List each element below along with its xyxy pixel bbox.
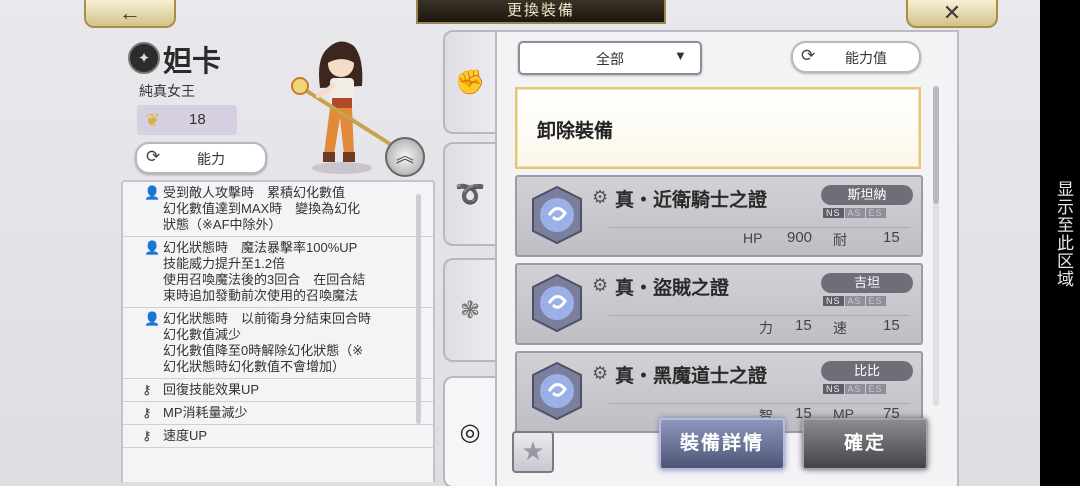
close-icon: ✕ xyxy=(942,0,962,25)
item-name: 真・盜賊之證 xyxy=(615,277,730,299)
close-button[interactable]: ✕ xyxy=(906,0,998,28)
skill-list: 👤 受到敵人攻擊時 累積幻化數值 幻化數值達到MAX時 變換為幻化 狀態（※AF… xyxy=(121,180,435,482)
equipment-item[interactable]: ⚙ 真・近衛騎士之證 斯坦納 NS AS ES HP 900 耐 15 xyxy=(515,175,923,257)
skill-text: 受到敵人攻擊時 累積幻化數值 幻化數值達到MAX時 變換為幻化 狀態（※AF中除… xyxy=(163,185,361,232)
tag-as: AS xyxy=(844,296,865,306)
equipment-item[interactable]: ⚙ 真・盜賊之證 吉坦 NS AS ES 力 15 速 15 xyxy=(515,263,923,345)
gear-icon: ⚙ xyxy=(592,275,609,295)
skill-text: 回復技能效果UP xyxy=(163,382,260,397)
wing-icon: ❦ xyxy=(145,110,161,130)
tag-row: NS AS ES xyxy=(823,384,887,394)
chevron-down-icon: ▼ xyxy=(674,48,687,63)
skill-item: 👤 幻化狀態時 以前衛身分結束回合時 幻化數值減少 幻化數值降至0時解除幻化狀態… xyxy=(123,308,433,379)
owner-badge: 斯坦納 xyxy=(821,185,913,205)
tag-row: NS AS ES xyxy=(823,296,887,306)
skill-text: 幻化狀態時 魔法暴擊率100%UP 技能威力提升至1.2倍 使用召喚魔法後的3回… xyxy=(163,240,366,303)
tab-crystal[interactable]: ◎ xyxy=(443,376,495,486)
gear-icon: ⚙ xyxy=(592,363,609,383)
key-icon: ⚷ xyxy=(142,382,152,397)
crystal-swirl-icon: ◎ xyxy=(459,418,481,446)
skill-item: ⚷ 回復技能效果UP xyxy=(123,379,433,402)
skill-text: 幻化狀態時 以前衛身分結束回合時 幻化數值減少 幻化數值降至0時解除幻化狀態（※… xyxy=(163,311,372,374)
filter-dropdown[interactable]: 全部 ▼ xyxy=(518,41,702,75)
unequip-option[interactable]: 卸除裝備 xyxy=(515,87,921,169)
crystal-icon xyxy=(532,273,582,333)
tag-es: ES xyxy=(865,384,886,394)
tag-as: AS xyxy=(844,208,865,218)
game-screen: ← 更換裝備 ✕ ✦ 妲卡 純真女王 ❦ 18 ⟳ 能力 ︽ 👤 受到敵人攻擊時… xyxy=(0,0,1040,486)
character-portrait xyxy=(291,41,392,174)
crystal-icon xyxy=(532,361,582,421)
stat-value: 15 xyxy=(883,317,900,334)
staff-class-icon: ✦ xyxy=(128,42,160,74)
skill-item: 👤 幻化狀態時 魔法暴擊率100%UP 技能威力提升至1.2倍 使用召喚魔法後的… xyxy=(123,237,433,308)
item-name: 真・黑魔道士之證 xyxy=(615,365,768,387)
sort-button[interactable]: ⟳ 能力值 xyxy=(791,41,921,73)
skill-text: 速度UP xyxy=(163,428,208,443)
stat-label: 耐 xyxy=(833,232,847,248)
owner-badge: 比比 xyxy=(821,361,913,381)
tab-accessory[interactable]: ❃ xyxy=(443,258,495,362)
tag-ns: NS xyxy=(823,296,844,306)
tab-armor[interactable]: ➰ xyxy=(443,142,495,246)
key-icon: ⚷ xyxy=(142,428,152,443)
owner-badge: 吉坦 xyxy=(821,273,913,293)
equipment-detail-button[interactable]: 裝備詳情 xyxy=(659,418,785,470)
sort-label: 能力值 xyxy=(845,50,887,66)
item-name: 真・近衛騎士之證 xyxy=(615,189,768,211)
item-stats: 力 15 速 15 xyxy=(609,315,909,338)
swirl-icon: ➰ xyxy=(455,180,485,208)
skill-item: ⚷ 速度UP xyxy=(123,425,433,448)
tag-es: ES xyxy=(865,296,886,306)
stat-value: 15 xyxy=(795,317,812,334)
cycle-icon: ⟳ xyxy=(801,46,816,65)
side-bar-text: 显示至此区域 xyxy=(1054,180,1073,288)
stat-value: 900 xyxy=(787,229,813,246)
crystal-icon xyxy=(532,185,582,245)
system-side-bar: 显示至此区域 xyxy=(1040,0,1080,486)
skill-text: MP消耗量減少 xyxy=(163,405,248,420)
tab-weapon[interactable]: ✊ xyxy=(443,30,495,134)
person-icon: 👤 xyxy=(144,185,161,200)
stat-label: HP xyxy=(743,230,763,246)
key-icon: ⚷ xyxy=(142,405,152,420)
skill-item: ⚷ MP消耗量減少 xyxy=(123,402,433,425)
character-title: 純真女王 xyxy=(139,83,195,99)
person-icon: 👤 xyxy=(144,240,161,255)
tag-row: NS AS ES xyxy=(823,208,887,218)
filter-label: 全部 xyxy=(596,51,624,67)
page-title: 更換裝備 xyxy=(416,0,666,24)
cycle-icon: ⟳ xyxy=(146,147,161,166)
scrollbar-thumb[interactable] xyxy=(933,86,939,204)
star-icon: ★ xyxy=(521,436,545,466)
confirm-button[interactable]: 確定 xyxy=(802,418,928,470)
level-value: 18 xyxy=(189,111,206,128)
item-stats: HP 900 耐 15 xyxy=(609,227,909,250)
equipment-scrollbar[interactable] xyxy=(933,86,939,406)
tag-ns: NS xyxy=(823,384,844,394)
unequip-label: 卸除裝備 xyxy=(537,120,614,142)
tag-ns: NS xyxy=(823,208,844,218)
fist-icon: ✊ xyxy=(455,68,485,96)
character-name: 妲卡 xyxy=(163,44,222,78)
back-button[interactable]: ← xyxy=(84,0,176,28)
stat-label: 力 xyxy=(759,320,773,336)
emblem-icon: ❃ xyxy=(459,296,481,324)
gear-icon: ⚙ xyxy=(592,187,609,207)
person-icon: 👤 xyxy=(144,311,161,326)
equipment-category-tabs: ✊ ➰ ❃ ◎ xyxy=(443,30,495,486)
level-badge: ❦ 18 xyxy=(137,105,237,135)
skill-scrollbar[interactable] xyxy=(416,194,421,424)
favorite-star-button[interactable]: ★ xyxy=(512,431,554,473)
ability-label: 能力 xyxy=(197,151,225,167)
tag-es: ES xyxy=(865,208,886,218)
ability-toggle-button[interactable]: ⟳ 能力 xyxy=(135,142,267,174)
skill-item: 👤 受到敵人攻擊時 累積幻化數值 幻化數值達到MAX時 變換為幻化 狀態（※AF… xyxy=(123,182,433,237)
stat-value: 15 xyxy=(883,229,900,246)
tag-as: AS xyxy=(844,384,865,394)
left-arrow-icon: ← xyxy=(119,0,141,25)
stat-label: 速 xyxy=(833,320,847,336)
expand-up-button[interactable]: ︽ xyxy=(385,137,425,177)
